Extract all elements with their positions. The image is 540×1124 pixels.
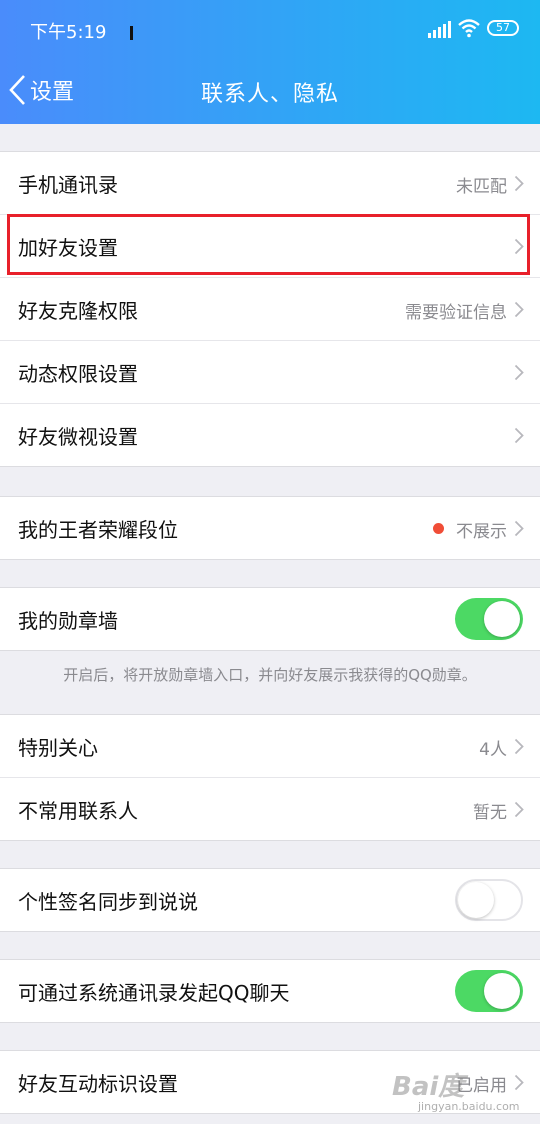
toggle-knob <box>484 973 520 1009</box>
row-value: 4人 <box>479 740 507 760</box>
group-special-contacts: 特别关心 4人 不常用联系人 暂无 <box>0 714 540 841</box>
row-label: 手机通讯录 <box>18 173 118 197</box>
toggle-knob <box>458 882 494 918</box>
status-time: 下午5:19 <box>30 22 107 43</box>
row-label: 特别关心 <box>18 736 98 760</box>
row-label: 我的勋章墙 <box>18 609 118 633</box>
row-value: 未匹配 <box>456 177 507 197</box>
medal-wall-hint: 开启后，将开放勋章墙入口，并向好友展示我获得的QQ勋章。 <box>63 666 477 684</box>
row-label: 个性签名同步到说说 <box>18 890 198 914</box>
row-honor-of-kings-rank[interactable]: 我的王者荣耀段位 不展示 <box>0 497 540 559</box>
chevron-right-icon <box>514 801 524 818</box>
nav-bar: 设置 联系人、隐私 <box>0 60 540 124</box>
row-label: 加好友设置 <box>18 236 118 260</box>
row-weishi-settings[interactable]: 好友微视设置 <box>0 404 540 466</box>
row-value: 暂无 <box>473 803 507 823</box>
row-medal-wall: 我的勋章墙 <box>0 588 540 650</box>
page-title: 联系人、隐私 <box>200 82 339 107</box>
group-system-contacts-chat: 可通过系统通讯录发起QQ聊天 <box>0 959 540 1023</box>
toggle-knob <box>484 601 520 637</box>
row-label: 好友微视设置 <box>18 425 138 449</box>
system-contacts-chat-toggle[interactable] <box>455 970 523 1012</box>
chevron-right-icon <box>514 238 524 255</box>
row-label: 不常用联系人 <box>18 799 138 823</box>
group-game-rank: 我的王者荣耀段位 不展示 <box>0 496 540 560</box>
group-contacts: 手机通讯录 未匹配 加好友设置 好友克隆权限 需要验证信息 动态权限设置 好友微… <box>0 151 540 467</box>
header: 下午5:19 57 设置 联系人、隐私 <box>0 0 540 124</box>
signature-sync-toggle[interactable] <box>455 879 523 921</box>
row-label: 我的王者荣耀段位 <box>18 518 178 542</box>
row-value: 需要验证信息 <box>405 303 507 323</box>
row-label: 可通过系统通讯录发起QQ聊天 <box>18 981 290 1005</box>
chevron-right-icon <box>514 175 524 192</box>
red-dot-badge <box>433 523 444 534</box>
medal-wall-toggle[interactable] <box>455 598 523 640</box>
signal-icon <box>428 20 452 38</box>
status-bar: 下午5:19 57 <box>0 0 540 60</box>
group-medal-wall: 我的勋章墙 <box>0 587 540 651</box>
row-add-friend-settings[interactable]: 加好友设置 <box>0 215 540 278</box>
row-value: 不展示 <box>456 522 507 542</box>
chevron-right-icon <box>514 364 524 381</box>
watermark-url: jingyan.baidu.com <box>418 1100 520 1113</box>
chevron-right-icon <box>514 738 524 755</box>
row-feed-permission[interactable]: 动态权限设置 <box>0 341 540 404</box>
group-signature-sync: 个性签名同步到说说 <box>0 868 540 932</box>
row-friend-clone-permission[interactable]: 好友克隆权限 需要验证信息 <box>0 278 540 341</box>
row-signature-sync: 个性签名同步到说说 <box>0 869 540 931</box>
row-infrequent-contacts[interactable]: 不常用联系人 暂无 <box>0 778 540 840</box>
row-special-care[interactable]: 特别关心 4人 <box>0 715 540 778</box>
battery-icon: 57 <box>487 20 519 36</box>
row-label: 好友克隆权限 <box>18 299 138 323</box>
chevron-right-icon <box>514 427 524 444</box>
status-indicator <box>130 26 133 40</box>
row-phone-contacts[interactable]: 手机通讯录 未匹配 <box>0 152 540 215</box>
row-label: 好友互动标识设置 <box>18 1072 178 1096</box>
wifi-icon <box>458 19 480 38</box>
chevron-right-icon <box>514 301 524 318</box>
row-label: 动态权限设置 <box>18 362 138 386</box>
chevron-right-icon <box>514 520 524 537</box>
row-system-contacts-chat: 可通过系统通讯录发起QQ聊天 <box>0 960 540 1022</box>
